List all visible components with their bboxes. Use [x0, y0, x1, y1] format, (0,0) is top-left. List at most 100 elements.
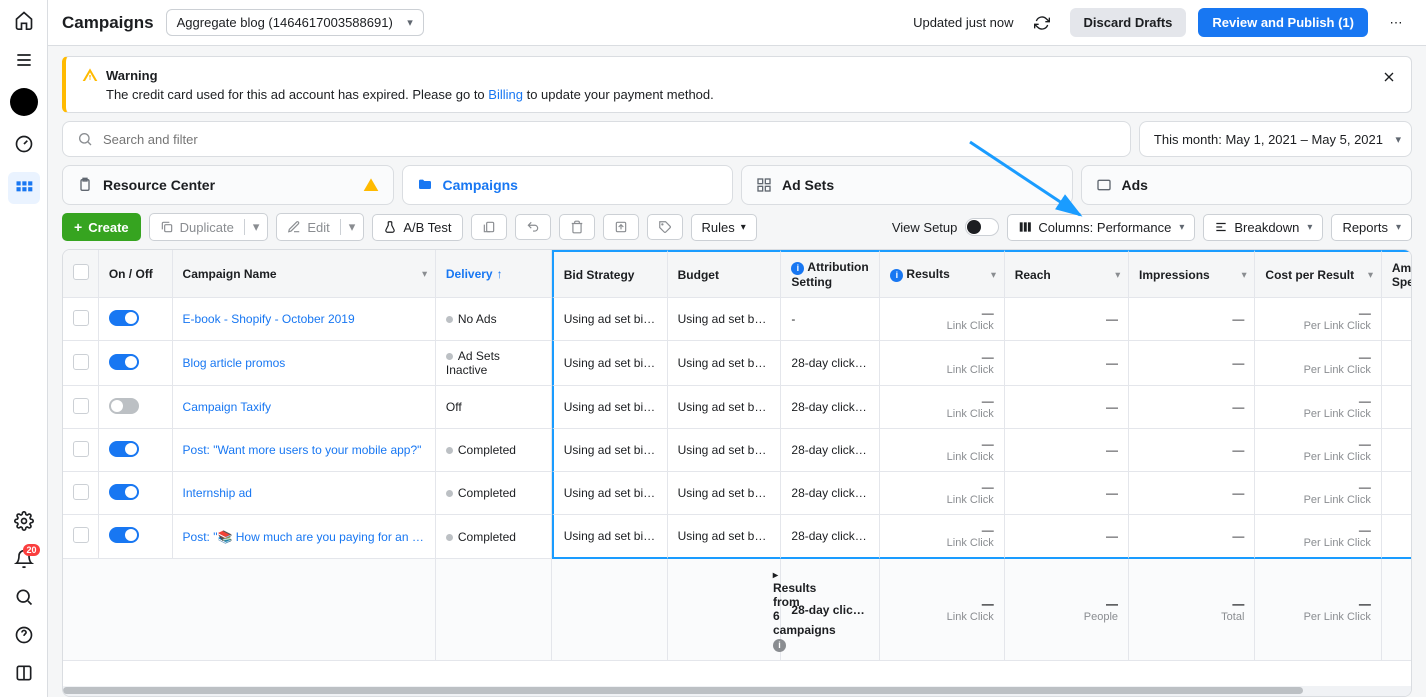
header-impressions[interactable]: Impressions▾	[1129, 250, 1255, 298]
reach-cell: —	[1005, 386, 1129, 429]
create-button[interactable]: +Create	[62, 213, 141, 241]
chevron-down-icon[interactable]: ▾	[1115, 269, 1120, 280]
amount-cell: €0	[1382, 341, 1411, 386]
help-icon[interactable]	[12, 623, 36, 647]
tab-resource-center[interactable]: Resource Center	[62, 165, 394, 205]
campaign-name-link[interactable]: Internship ad	[183, 486, 425, 500]
undo-icon-button[interactable]	[515, 214, 551, 240]
discard-drafts-button[interactable]: Discard Drafts	[1070, 8, 1187, 37]
panel-icon[interactable]	[12, 661, 36, 685]
table-row: Internship adCompletedUsing ad set bi…Us…	[63, 472, 1411, 515]
header-reach[interactable]: Reach▾	[1005, 250, 1129, 298]
header-cpr[interactable]: Cost per Result▾	[1255, 250, 1381, 298]
bid-cell: Using ad set bi…	[552, 515, 668, 559]
chevron-down-icon[interactable]: ▾	[1368, 269, 1373, 280]
budget-cell: Using ad set bu…	[668, 341, 782, 386]
copy-icon-button[interactable]	[471, 214, 507, 240]
more-menu-icon[interactable]: ⋯	[1380, 7, 1412, 39]
header-amount[interactable]: Amount Spent	[1382, 250, 1411, 298]
settings-icon[interactable]	[12, 509, 36, 533]
chevron-down-icon[interactable]: ▾	[244, 219, 268, 235]
search-filter[interactable]	[62, 121, 1131, 157]
header-onoff[interactable]: On / Off	[99, 250, 173, 298]
duplicate-button[interactable]: Duplicate▾	[149, 213, 269, 241]
row-toggle[interactable]	[109, 441, 139, 457]
row-toggle[interactable]	[109, 398, 139, 414]
tag-icon-button[interactable]	[647, 214, 683, 240]
row-toggle[interactable]	[109, 484, 139, 500]
chevron-down-icon[interactable]: ▾	[991, 269, 996, 280]
header-results[interactable]: iResults▾	[880, 250, 1004, 298]
budget-cell: Using ad set bu…	[668, 429, 782, 472]
row-toggle[interactable]	[109, 310, 139, 326]
export-icon-button[interactable]	[603, 214, 639, 240]
header-delivery[interactable]: Delivery ↑	[436, 250, 552, 298]
tab-campaigns[interactable]: Campaigns	[402, 165, 734, 205]
edit-label: Edit	[307, 220, 329, 235]
menu-icon[interactable]	[12, 48, 36, 72]
warning-icon	[363, 177, 379, 193]
row-checkbox[interactable]	[73, 310, 89, 326]
tab-resource-label: Resource Center	[103, 177, 215, 193]
cpr-cell: —Per Link Click	[1255, 429, 1381, 472]
warning-label: Warning	[106, 68, 158, 83]
rules-button[interactable]: Rules ▾	[691, 214, 757, 241]
ads-manager-icon[interactable]	[8, 172, 40, 204]
summary-row: ▾Results from 6 campaigns i28-day click …	[63, 559, 1411, 661]
left-nav-rail: 20	[0, 0, 48, 697]
row-toggle[interactable]	[109, 354, 139, 370]
horizontal-scrollbar[interactable]	[63, 686, 1411, 696]
attribution-summary: 28-day click o…	[781, 559, 880, 661]
warning-text-2: to update your payment method.	[523, 87, 714, 102]
ab-test-button[interactable]: A/B Test	[372, 214, 462, 241]
tab-ads[interactable]: Ads	[1081, 165, 1413, 205]
billing-link[interactable]: Billing	[488, 87, 523, 102]
gauge-icon[interactable]	[12, 132, 36, 156]
reports-label: Reports	[1342, 220, 1388, 235]
campaign-name-link[interactable]: Post: "📚 How much are you paying for an …	[183, 530, 425, 544]
campaign-name-link[interactable]: E-book - Shopify - October 2019	[183, 312, 425, 326]
campaign-name-link[interactable]: Blog article promos	[183, 356, 425, 370]
refresh-icon[interactable]	[1026, 7, 1058, 39]
columns-label: Columns: Performance	[1038, 220, 1171, 235]
columns-selector[interactable]: Columns: Performance	[1007, 214, 1195, 241]
header-budget[interactable]: Budget	[668, 250, 782, 298]
row-checkbox[interactable]	[73, 398, 89, 414]
home-icon[interactable]	[12, 8, 36, 32]
campaign-name-link[interactable]: Campaign Taxify	[183, 400, 425, 414]
header-name[interactable]: Campaign Name▾	[173, 250, 436, 298]
notifications-icon[interactable]: 20	[12, 547, 36, 571]
row-checkbox[interactable]	[73, 527, 89, 543]
campaign-name-link[interactable]: Post: "Want more users to your mobile ap…	[183, 443, 425, 457]
info-icon: i	[890, 269, 903, 282]
breakdown-label: Breakdown	[1234, 220, 1299, 235]
search-input[interactable]	[103, 132, 1116, 147]
results-summary: —Link Click	[880, 559, 1004, 661]
edit-button[interactable]: Edit ▾	[276, 213, 364, 241]
create-label: Create	[88, 220, 128, 235]
tab-adsets[interactable]: Ad Sets	[741, 165, 1073, 205]
row-checkbox[interactable]	[73, 484, 89, 500]
chevron-down-icon[interactable]: ▾	[340, 219, 364, 235]
view-setup-toggle[interactable]	[965, 218, 999, 236]
bid-cell: Using ad set bi…	[552, 386, 668, 429]
chevron-down-icon[interactable]: ▾	[1242, 269, 1247, 280]
delete-icon-button[interactable]	[559, 214, 595, 240]
review-publish-button[interactable]: Review and Publish (1)	[1198, 8, 1368, 37]
header-attribution[interactable]: iAttribution Setting	[781, 250, 880, 298]
row-checkbox[interactable]	[73, 354, 89, 370]
chevron-down-icon[interactable]: ▾	[422, 268, 427, 279]
search-rail-icon[interactable]	[12, 585, 36, 609]
row-toggle[interactable]	[109, 527, 139, 543]
chevron-right-icon[interactable]: ▾	[770, 573, 781, 578]
header-bid[interactable]: Bid Strategy	[552, 250, 668, 298]
header-checkbox[interactable]	[63, 250, 99, 298]
date-range-selector[interactable]: This month: May 1, 2021 – May 5, 2021	[1139, 121, 1412, 157]
account-selector[interactable]: Aggregate blog (1464617003588691)	[166, 9, 424, 36]
reports-selector[interactable]: Reports	[1331, 214, 1412, 241]
row-checkbox[interactable]	[73, 441, 89, 457]
account-avatar[interactable]	[10, 88, 38, 116]
last-updated: Updated just now	[913, 15, 1013, 30]
close-icon[interactable]	[1381, 69, 1397, 88]
breakdown-selector[interactable]: Breakdown	[1203, 214, 1323, 241]
